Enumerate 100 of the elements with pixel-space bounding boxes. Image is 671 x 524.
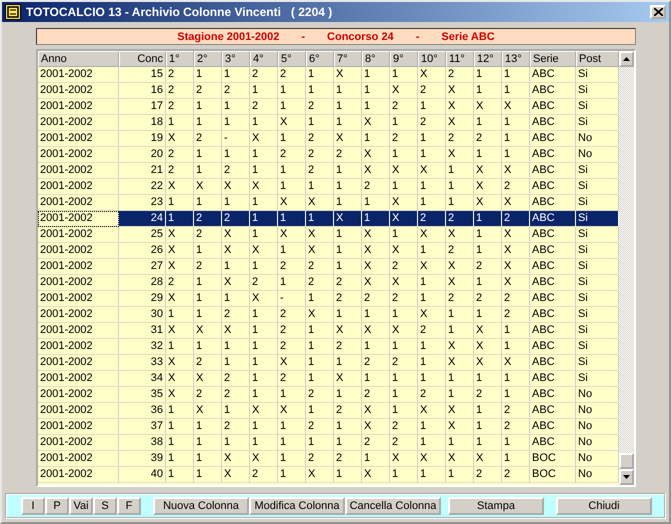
table-row[interactable]: 2001-2002 30 1 1 2 1 2 X 1 1 1 X 1 1 2 ABC Si — [38, 307, 619, 323]
table-cell: 2001-2002 — [38, 403, 119, 419]
table-cell: X — [446, 227, 474, 243]
table-cell: 1 — [250, 339, 278, 355]
table-row[interactable]: 2001-2002 25 X 2 X 1 X X 1 X 1 X X 1 X ABC Si — [38, 227, 619, 243]
table-cell: X — [334, 67, 362, 83]
table-cell: 1 — [306, 339, 334, 355]
action-button[interactable]: Modifica Colonna — [249, 497, 345, 515]
close-button[interactable]: Chiudi — [556, 497, 652, 515]
table-cell: 32 — [119, 339, 166, 355]
table-cell: 2 — [418, 323, 446, 339]
column-header[interactable]: Serie — [530, 51, 576, 67]
scroll-up-icon[interactable] — [619, 51, 634, 67]
table-cell: 1 — [250, 419, 278, 435]
table-row[interactable]: 2001-2002 31 X X X 1 2 1 X X X 2 1 X 1 ABC Si — [38, 323, 619, 339]
table-cell: 33 — [119, 355, 166, 371]
column-header[interactable]: 5° — [278, 51, 306, 67]
table-cell: 1 — [446, 307, 474, 323]
print-button[interactable]: Stampa — [448, 497, 544, 515]
scroll-down-icon[interactable] — [619, 469, 634, 485]
table-row[interactable]: 2001-2002 29 X 1 1 X - 1 2 2 2 1 2 2 2 ABC Si — [38, 291, 619, 307]
table-cell: X — [334, 323, 362, 339]
table-cell: 35 — [119, 387, 166, 403]
table-cell: ABC — [530, 339, 576, 355]
table-cell: X — [250, 403, 278, 419]
table-cell: X — [222, 275, 250, 291]
table-cell: 1 — [222, 259, 250, 275]
table-cell: 2001-2002 — [38, 179, 119, 195]
table-row[interactable]: 2001-2002 16 2 2 2 1 1 1 1 1 X 2 X 1 1 ABC Si — [38, 83, 619, 99]
table-cell: ABC — [530, 371, 576, 387]
column-header[interactable]: 3° — [222, 51, 250, 67]
table-cell: 1 — [390, 115, 418, 131]
table-row[interactable]: 2001-2002 35 X 2 2 1 1 2 1 2 1 2 1 2 1 ABC No — [38, 387, 619, 403]
table-cell: 1 — [334, 163, 362, 179]
table-row[interactable]: 2001-2002 20 2 1 1 1 2 2 2 X 1 1 X 1 1 ABC No — [38, 147, 619, 163]
table-row[interactable]: 2001-2002 40 1 1 X 2 1 X 1 X 1 1 1 2 2 BOC No — [38, 467, 619, 483]
column-header[interactable]: 7° — [334, 51, 362, 67]
column-header[interactable]: 6° — [306, 51, 334, 67]
column-header[interactable]: 1° — [166, 51, 194, 67]
table-row[interactable]: 2001-2002 39 1 1 X X 1 2 2 1 X X X X 1 BOC No — [38, 451, 619, 467]
table-cell: X — [166, 131, 194, 147]
table-row[interactable]: 2001-2002 17 2 1 1 2 1 2 1 1 2 1 X X X ABC Si — [38, 99, 619, 115]
table-row[interactable]: 2001-2002 38 1 1 1 1 1 1 1 2 2 1 1 1 1 ABC No — [38, 435, 619, 451]
table-row[interactable]: 2001-2002 21 2 1 2 1 1 2 1 X X X 1 X X ABC Si — [38, 163, 619, 179]
table-cell: 2001-2002 — [38, 339, 119, 355]
table-row[interactable]: 2001-2002 22 X X X X 1 1 1 2 1 1 1 X 2 ABC Si — [38, 179, 619, 195]
table-cell: 1 — [306, 179, 334, 195]
scroll-thumb[interactable] — [619, 453, 634, 469]
column-header[interactable]: 13° — [502, 51, 530, 67]
table-cell: 1 — [250, 147, 278, 163]
column-header[interactable]: 11° — [446, 51, 474, 67]
column-header[interactable]: Anno — [38, 51, 119, 67]
table-cell: 1 — [278, 179, 306, 195]
table-row[interactable]: 2001-2002 18 1 1 1 1 X 1 1 X 1 2 X 1 1 ABC Si — [38, 115, 619, 131]
table-cell: X — [474, 99, 502, 115]
column-header[interactable]: 8° — [362, 51, 390, 67]
table-cell: 2 — [194, 83, 222, 99]
table-row[interactable]: 2001-2002 27 X 2 1 1 2 2 1 X 2 X X 2 X ABC Si — [38, 259, 619, 275]
scrollbar[interactable] — [619, 51, 634, 485]
table-row[interactable]: 2001-2002 28 2 1 X 2 1 2 2 X X 1 X 1 X ABC Si — [38, 275, 619, 291]
table-cell: 1 — [306, 83, 334, 99]
table-cell: 2001-2002 — [38, 419, 119, 435]
table-row[interactable]: 2001-2002 37 1 1 2 1 1 2 1 X 2 1 X 1 2 ABC No — [38, 419, 619, 435]
table-row[interactable]: 2001-2002 36 1 X 1 X X 1 2 X 1 X X 1 2 ABC No — [38, 403, 619, 419]
table-row[interactable]: 2001-2002 15 2 1 1 2 2 1 X 1 1 X 2 1 1 ABC Si — [38, 67, 619, 83]
nav-button[interactable]: Vai — [69, 497, 93, 515]
table-cell: X — [222, 451, 250, 467]
table-cell: 34 — [119, 371, 166, 387]
table-cell: X — [474, 179, 502, 195]
table-cell: X — [418, 259, 446, 275]
nav-button[interactable]: I — [21, 497, 45, 515]
nav-button[interactable]: P — [45, 497, 69, 515]
column-header[interactable]: 12° — [474, 51, 502, 67]
column-header[interactable]: Conc — [119, 51, 166, 67]
table-row[interactable]: 2001-2002 19 X 2 - X 1 2 X 1 2 1 2 2 1 ABC No — [38, 131, 619, 147]
action-button[interactable]: Nuova Colonna — [153, 497, 249, 515]
table-cell: 2 — [418, 387, 446, 403]
table-row[interactable]: 2001-2002 33 X 2 1 1 X 1 1 2 2 1 X X X ABC Si — [38, 355, 619, 371]
nav-button[interactable]: S — [93, 497, 117, 515]
table-cell: X — [390, 275, 418, 291]
column-header[interactable]: 9° — [390, 51, 418, 67]
table-cell: 1 — [278, 131, 306, 147]
column-header[interactable]: 4° — [250, 51, 278, 67]
table-cell: 1 — [194, 467, 222, 483]
action-button[interactable]: Cancella Colonna — [345, 497, 441, 515]
close-icon[interactable] — [650, 5, 666, 19]
table-cell: X — [250, 179, 278, 195]
column-header[interactable]: Post — [576, 51, 619, 67]
table-cell: X — [418, 403, 446, 419]
table-row[interactable]: 2001-2002 26 X 1 X X 1 X 1 X X 1 2 1 X ABC Si — [38, 243, 619, 259]
table-cell: 1 — [446, 163, 474, 179]
table-row[interactable]: 2001-2002 34 X X 2 1 2 1 X 1 1 1 1 1 1 ABC Si — [38, 371, 619, 387]
column-header[interactable]: 10° — [418, 51, 446, 67]
table-cell: 1 — [362, 451, 390, 467]
table-row[interactable]: 2001-2002 32 1 1 1 1 2 1 2 1 1 1 X X 1 ABC Si — [38, 339, 619, 355]
table-cell: ABC — [530, 307, 576, 323]
table-cell: 1 — [390, 67, 418, 83]
nav-button[interactable]: F — [117, 497, 141, 515]
table-row[interactable]: 2001-2002 24 1 2 2 1 1 1 X 1 X 2 2 1 2 ABC Si — [38, 211, 619, 227]
column-header[interactable]: 2° — [194, 51, 222, 67]
